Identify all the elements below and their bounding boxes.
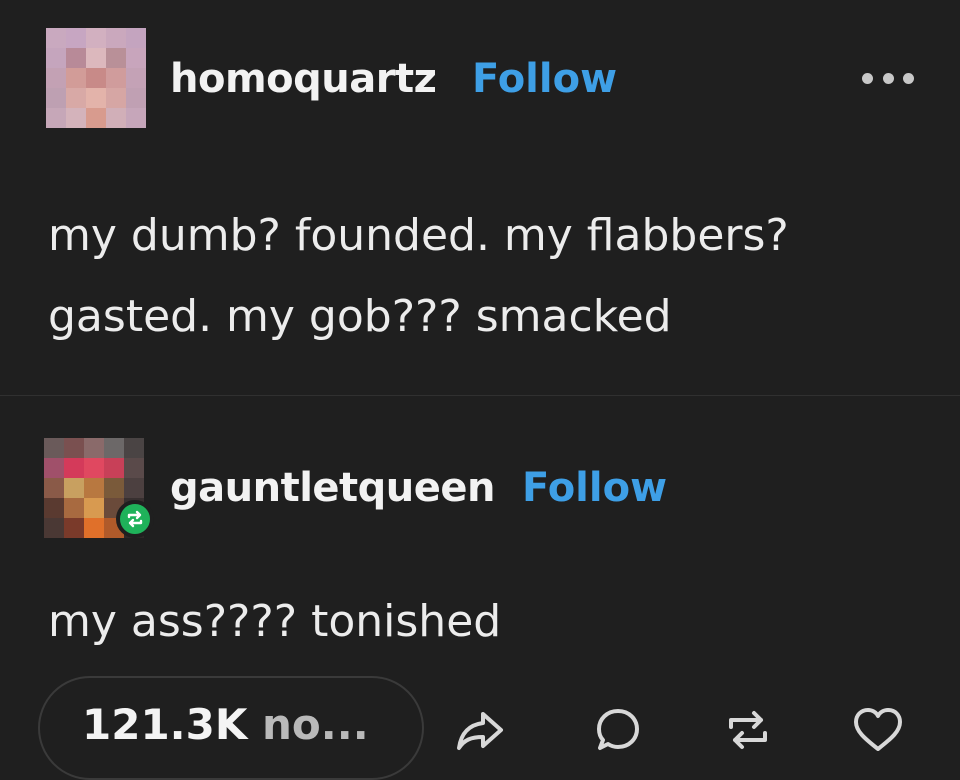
like-icon[interactable] — [848, 700, 908, 760]
reply-icon[interactable] — [588, 700, 648, 760]
follow-button[interactable]: Follow — [472, 56, 617, 102]
reblog-badge-icon — [116, 500, 154, 538]
post-body-line: gasted. my gob??? smacked — [48, 291, 672, 342]
original-post: homoquartz Follow my dumb? founded. my f… — [0, 0, 960, 395]
avatar[interactable] — [46, 28, 146, 128]
reblog-author-username[interactable]: gauntletqueen — [170, 465, 496, 511]
notes-count-suffix: no... — [247, 700, 369, 749]
share-icon[interactable] — [450, 700, 510, 760]
more-dot — [882, 72, 894, 84]
reblog-body-line: my ass???? tonished — [48, 596, 502, 647]
post-body-line: my dumb? founded. my flabbers? — [48, 210, 789, 261]
reblog-icon[interactable] — [718, 700, 778, 760]
more-horizontal-icon[interactable] — [862, 68, 914, 88]
notes-count-value: 121.3K — [82, 700, 248, 749]
more-dot — [903, 72, 914, 84]
follow-button[interactable]: Follow — [522, 465, 667, 511]
post-author-username[interactable]: homoquartz — [170, 56, 437, 102]
notes-count[interactable]: 121.3K no... — [82, 700, 369, 749]
more-dot — [862, 72, 873, 84]
